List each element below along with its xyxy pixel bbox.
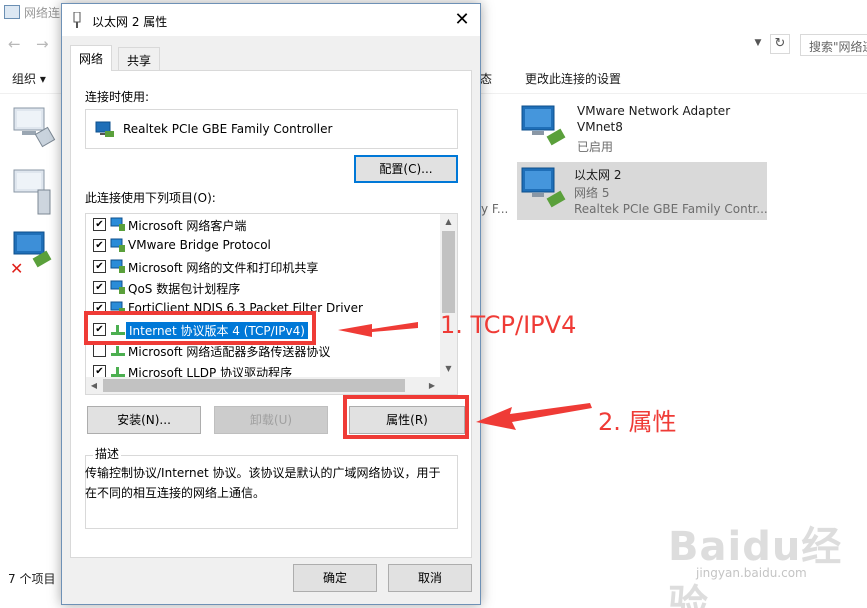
arrow-icon bbox=[338, 322, 418, 337]
watermark-url: jingyan.baidu.com bbox=[696, 566, 807, 580]
arrow-icon bbox=[476, 403, 592, 430]
tab-network[interactable]: 网络 bbox=[70, 45, 113, 71]
baidu-watermark: Baidu经验 jingyan.baidu.com bbox=[668, 514, 867, 608]
annotation-step2: 2. 属性 bbox=[598, 408, 677, 436]
annotation-step1: 1. TCP/IPV4 bbox=[440, 311, 577, 339]
